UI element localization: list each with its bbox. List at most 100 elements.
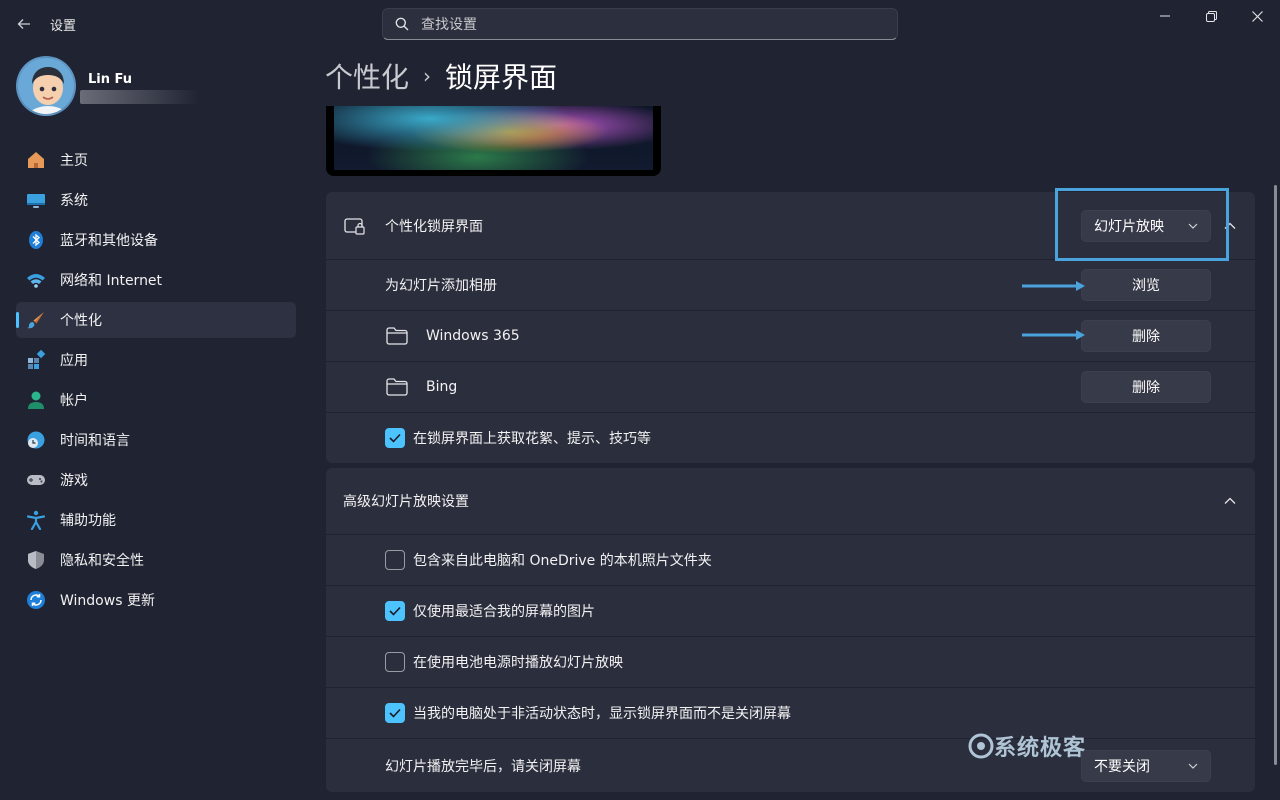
album-name: Windows 365 bbox=[426, 328, 520, 344]
chevron-down-icon bbox=[1188, 763, 1198, 769]
tips-label: 在锁屏界面上获取花絮、提示、技巧等 bbox=[413, 431, 651, 447]
sidebar-item-accounts[interactable]: 帐户 bbox=[16, 382, 296, 418]
remove-album-button[interactable]: 删除 bbox=[1081, 320, 1211, 352]
album-name: Bing bbox=[426, 379, 458, 395]
breadcrumb-parent[interactable]: 个性化 bbox=[325, 56, 409, 96]
advanced-slideshow-title: 高级幻灯片放映设置 bbox=[343, 494, 469, 510]
sidebar-item-label: 网络和 Internet bbox=[60, 273, 163, 289]
slideshow-option-row: 包含来自此电脑和 OneDrive 的本机照片文件夹 bbox=[326, 535, 1255, 586]
bluetooth-icon bbox=[26, 230, 46, 250]
sidebar-item-label: 应用 bbox=[60, 353, 88, 369]
accessibility-icon bbox=[26, 510, 46, 530]
user-profile[interactable]: Lin Fu bbox=[16, 56, 296, 120]
personalize-lockscreen-label: 个性化锁屏界面 bbox=[385, 218, 483, 235]
annotation-arrow-icon bbox=[1022, 281, 1085, 291]
minimize-icon bbox=[1160, 15, 1170, 17]
sidebar-item-label: 个性化 bbox=[60, 313, 102, 329]
checkmark-icon bbox=[389, 433, 401, 443]
album-row: Bing 删除 bbox=[326, 362, 1255, 413]
fit-screen-checkbox[interactable] bbox=[385, 601, 405, 621]
back-arrow-icon bbox=[17, 19, 30, 29]
slideshow-option-label: 在使用电池电源时播放幻灯片放映 bbox=[413, 655, 623, 671]
sidebar-item-system[interactable]: 系统 bbox=[16, 182, 296, 218]
sidebar-item-label: 主页 bbox=[60, 153, 88, 169]
close-icon bbox=[1251, 10, 1263, 22]
gamepad-icon bbox=[26, 470, 46, 490]
turn-off-screen-dropdown[interactable]: 不要关闭 bbox=[1081, 749, 1211, 782]
clock-globe-icon bbox=[26, 430, 46, 450]
advanced-slideshow-card: 高级幻灯片放映设置 包含来自此电脑和 OneDrive 的本机照片文件夹 仅使用… bbox=[326, 468, 1255, 792]
lockscreen-preview bbox=[326, 106, 661, 176]
user-name: Lin Fu bbox=[88, 72, 133, 87]
tips-checkbox[interactable] bbox=[385, 428, 405, 448]
add-album-row: 为幻灯片添加相册 浏览 bbox=[326, 260, 1255, 311]
sidebar-item-personalization[interactable]: 个性化 bbox=[16, 302, 296, 338]
update-icon bbox=[26, 590, 46, 610]
user-email-redacted bbox=[80, 90, 200, 104]
app-title: 设置 bbox=[50, 19, 77, 34]
chevron-up-icon[interactable] bbox=[1223, 494, 1237, 508]
browse-button[interactable]: 浏览 bbox=[1081, 269, 1211, 301]
sidebar-item-time-language[interactable]: 时间和语言 bbox=[16, 422, 296, 458]
sidebar-item-privacy[interactable]: 隐私和安全性 bbox=[16, 542, 296, 578]
close-button[interactable] bbox=[1234, 0, 1280, 32]
advanced-slideshow-header[interactable]: 高级幻灯片放映设置 bbox=[326, 468, 1255, 535]
tips-row: 在锁屏界面上获取花絮、提示、技巧等 bbox=[326, 413, 1255, 463]
remove-album-button[interactable]: 删除 bbox=[1081, 371, 1211, 403]
turn-off-screen-label: 幻灯片播放完毕后，请关闭屏幕 bbox=[385, 758, 581, 775]
sidebar-item-windows-update[interactable]: Windows 更新 bbox=[16, 582, 296, 618]
person-icon bbox=[26, 390, 46, 410]
sidebar-item-label: 系统 bbox=[60, 193, 88, 209]
slideshow-option-row: 在使用电池电源时播放幻灯片放映 bbox=[326, 637, 1255, 688]
slideshow-option-label: 当我的电脑处于非活动状态时，显示锁屏界面而不是关闭屏幕 bbox=[413, 706, 791, 722]
folder-icon bbox=[386, 378, 408, 400]
inactive-lockscreen-checkbox[interactable] bbox=[385, 703, 405, 723]
display-icon bbox=[26, 190, 46, 210]
slideshow-option-row: 仅使用最适合我的屏幕的图片 bbox=[326, 586, 1255, 637]
album-row: Windows 365 删除 bbox=[326, 311, 1255, 362]
minimize-button[interactable] bbox=[1142, 0, 1188, 32]
checkmark-icon bbox=[389, 606, 401, 616]
turn-off-screen-value: 不要关闭 bbox=[1094, 758, 1150, 775]
slideshow-option-label: 仅使用最适合我的屏幕的图片 bbox=[413, 604, 595, 620]
sidebar-item-label: 时间和语言 bbox=[60, 433, 130, 449]
restore-icon bbox=[1205, 10, 1217, 22]
annotation-highlight-box bbox=[1055, 188, 1229, 261]
scrollbar[interactable] bbox=[1274, 185, 1277, 765]
sidebar-item-apps[interactable]: 应用 bbox=[16, 342, 296, 378]
page-title: 锁屏界面 bbox=[445, 61, 558, 94]
sidebar-item-label: 游戏 bbox=[60, 473, 88, 489]
watermark-text: 系统极客 bbox=[994, 736, 1087, 761]
avatar-illustration bbox=[18, 58, 74, 114]
sidebar-item-label: 隐私和安全性 bbox=[60, 553, 144, 569]
sidebar-nav: 主页 系统 蓝牙和其他设备 网络和 Internet 个性化 应用 帐户 时间和… bbox=[16, 142, 296, 622]
include-local-folders-checkbox[interactable] bbox=[385, 550, 405, 570]
home-icon bbox=[26, 150, 46, 170]
add-album-label: 为幻灯片添加相册 bbox=[385, 278, 497, 294]
folder-icon bbox=[386, 327, 408, 349]
search-input[interactable]: 查找设置 bbox=[382, 8, 898, 40]
sidebar-item-network[interactable]: 网络和 Internet bbox=[16, 262, 296, 298]
title-bar: 设置 查找设置 bbox=[0, 0, 1280, 48]
sidebar-item-bluetooth[interactable]: 蓝牙和其他设备 bbox=[16, 222, 296, 258]
breadcrumb-separator: › bbox=[423, 64, 432, 88]
search-placeholder: 查找设置 bbox=[421, 17, 477, 33]
lockscreen-preview-image bbox=[334, 106, 653, 170]
watermark-logo-icon bbox=[968, 733, 994, 759]
back-button[interactable] bbox=[10, 10, 38, 38]
restore-button[interactable] bbox=[1188, 0, 1234, 32]
sidebar-item-label: 蓝牙和其他设备 bbox=[60, 233, 158, 249]
wifi-icon bbox=[26, 270, 46, 290]
sidebar-item-accessibility[interactable]: 辅助功能 bbox=[16, 502, 296, 538]
sidebar-item-label: 帐户 bbox=[60, 393, 88, 409]
sidebar-item-home[interactable]: 主页 bbox=[16, 142, 296, 178]
search-icon bbox=[395, 17, 409, 31]
sidebar-item-label: 辅助功能 bbox=[60, 513, 116, 529]
brush-icon bbox=[26, 310, 46, 330]
sidebar-item-gaming[interactable]: 游戏 bbox=[16, 462, 296, 498]
turn-off-screen-row: 幻灯片播放完毕后，请关闭屏幕 不要关闭 bbox=[326, 739, 1255, 792]
battery-slideshow-checkbox[interactable] bbox=[385, 652, 405, 672]
slideshow-option-row: 当我的电脑处于非活动状态时，显示锁屏界面而不是关闭屏幕 bbox=[326, 688, 1255, 739]
breadcrumb: 个性化 › 锁屏界面 bbox=[325, 56, 557, 96]
shield-icon bbox=[26, 550, 46, 570]
